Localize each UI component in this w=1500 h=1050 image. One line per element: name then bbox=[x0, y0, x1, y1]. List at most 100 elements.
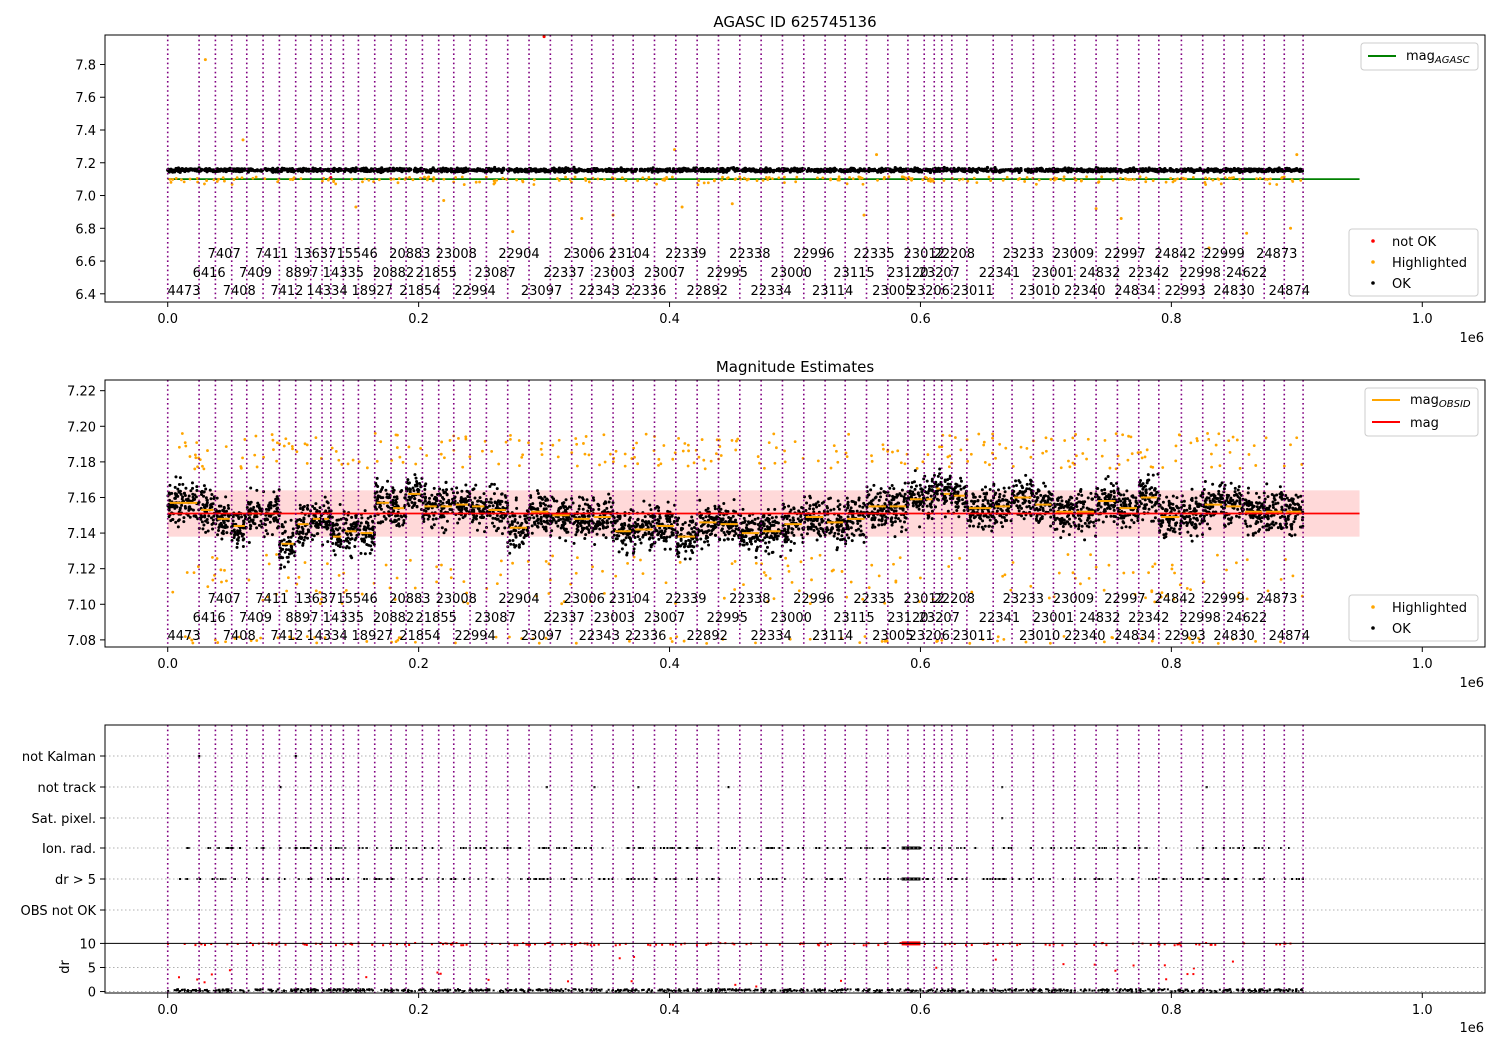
ok-point bbox=[413, 503, 417, 507]
ok-point bbox=[238, 529, 242, 533]
highlighted-point bbox=[613, 177, 617, 181]
highlighted-point bbox=[851, 177, 855, 180]
highlighted-point bbox=[829, 466, 833, 470]
ok-point bbox=[291, 533, 295, 537]
highlighted-point bbox=[223, 568, 226, 572]
ok-point bbox=[512, 528, 516, 532]
ok-point bbox=[189, 167, 193, 171]
highlighted-point bbox=[996, 639, 999, 643]
ok-point bbox=[500, 492, 504, 496]
ok-point bbox=[303, 535, 307, 539]
ok-point bbox=[258, 509, 262, 513]
ok-point bbox=[410, 500, 414, 504]
ok-point bbox=[513, 532, 517, 536]
highlighted-point bbox=[1071, 571, 1075, 575]
ok-point bbox=[1018, 169, 1022, 173]
highlighted-point bbox=[575, 556, 579, 560]
ok-point bbox=[326, 540, 330, 544]
highlighted-point bbox=[987, 175, 991, 179]
highlighted-point bbox=[193, 467, 197, 471]
ok-point bbox=[352, 525, 356, 529]
ok-point bbox=[211, 502, 215, 506]
highlighted-point bbox=[1206, 432, 1209, 435]
ok-point bbox=[430, 493, 434, 497]
ok-point bbox=[248, 502, 252, 506]
ok-point bbox=[463, 500, 467, 504]
ok-point bbox=[354, 536, 358, 540]
highlighted-point bbox=[442, 177, 446, 181]
highlighted-point bbox=[1219, 182, 1223, 186]
ok-point bbox=[472, 508, 476, 512]
ok-point bbox=[190, 481, 194, 485]
ok-point bbox=[1005, 168, 1009, 172]
highlighted-point bbox=[1210, 452, 1213, 456]
ok-point bbox=[750, 167, 754, 171]
highlighted-point bbox=[408, 558, 412, 562]
ok-point bbox=[287, 539, 291, 543]
highlighted-point bbox=[490, 449, 494, 453]
highlighted-point bbox=[220, 580, 223, 584]
legend-not-ok-marker bbox=[1371, 239, 1375, 243]
highlighted-point bbox=[720, 178, 724, 182]
highlighted-outlier bbox=[1245, 231, 1249, 235]
ok-point bbox=[489, 501, 493, 505]
highlighted-point bbox=[255, 465, 259, 469]
ok-point bbox=[476, 499, 480, 503]
highlighted-point bbox=[681, 449, 685, 453]
ok-point bbox=[579, 524, 583, 528]
ok-point bbox=[339, 538, 343, 542]
ok-point bbox=[488, 514, 492, 518]
ok-point bbox=[225, 525, 229, 529]
highlighted-point bbox=[1140, 456, 1144, 460]
ok-point bbox=[473, 169, 477, 173]
magnitude-panel: Magnitude Estimates 7407 7411 13637 15546 20… bbox=[67, 358, 1486, 691]
highlighted-point bbox=[1207, 177, 1211, 180]
highlighted-point bbox=[761, 179, 765, 182]
y-tick-label: 7.0 bbox=[75, 190, 96, 205]
ok-point bbox=[531, 168, 536, 172]
ok-point bbox=[271, 170, 275, 174]
highlighted-point bbox=[857, 175, 861, 179]
highlighted-point bbox=[1210, 465, 1214, 469]
highlighted-point bbox=[462, 183, 466, 186]
ok-point bbox=[259, 519, 263, 523]
ok-point bbox=[464, 483, 468, 487]
ok-point bbox=[481, 509, 485, 513]
ok-point bbox=[323, 525, 327, 529]
ok-point bbox=[428, 496, 432, 500]
highlighted-point bbox=[497, 462, 501, 466]
ok-point bbox=[395, 495, 399, 499]
ok-point bbox=[427, 514, 431, 518]
ok-point bbox=[1213, 168, 1217, 172]
obsid-label: 23006 bbox=[564, 247, 605, 262]
ok-point bbox=[956, 167, 961, 171]
ok-point bbox=[173, 504, 177, 508]
highlighted-point bbox=[203, 182, 206, 186]
ok-point bbox=[424, 168, 428, 172]
obsid-label: 23001 bbox=[1033, 266, 1074, 281]
ok-point bbox=[352, 169, 356, 173]
ok-point bbox=[450, 487, 454, 491]
highlighted-point bbox=[1085, 457, 1088, 461]
ok-point bbox=[1151, 169, 1156, 173]
ok-point bbox=[1127, 168, 1131, 172]
highlighted-point bbox=[1023, 180, 1027, 183]
not-ok-point bbox=[542, 35, 546, 39]
ok-point bbox=[442, 497, 446, 501]
ok-point bbox=[478, 496, 482, 500]
obsid-label: 22334 bbox=[750, 284, 791, 299]
highlighted-point bbox=[326, 562, 329, 566]
ok-point bbox=[386, 479, 390, 483]
ok-point bbox=[300, 525, 304, 529]
ok-point bbox=[530, 524, 534, 528]
ok-point bbox=[415, 504, 419, 508]
highlighted-point bbox=[845, 182, 849, 186]
highlighted-point bbox=[397, 177, 401, 180]
highlighted-point bbox=[1079, 582, 1082, 586]
ok-point bbox=[1039, 166, 1043, 170]
highlighted-point bbox=[575, 464, 579, 468]
ok-point bbox=[379, 507, 383, 511]
ok-point bbox=[656, 168, 660, 173]
obsid-label: 15546 bbox=[336, 247, 377, 262]
highlighted-point bbox=[1071, 436, 1075, 440]
